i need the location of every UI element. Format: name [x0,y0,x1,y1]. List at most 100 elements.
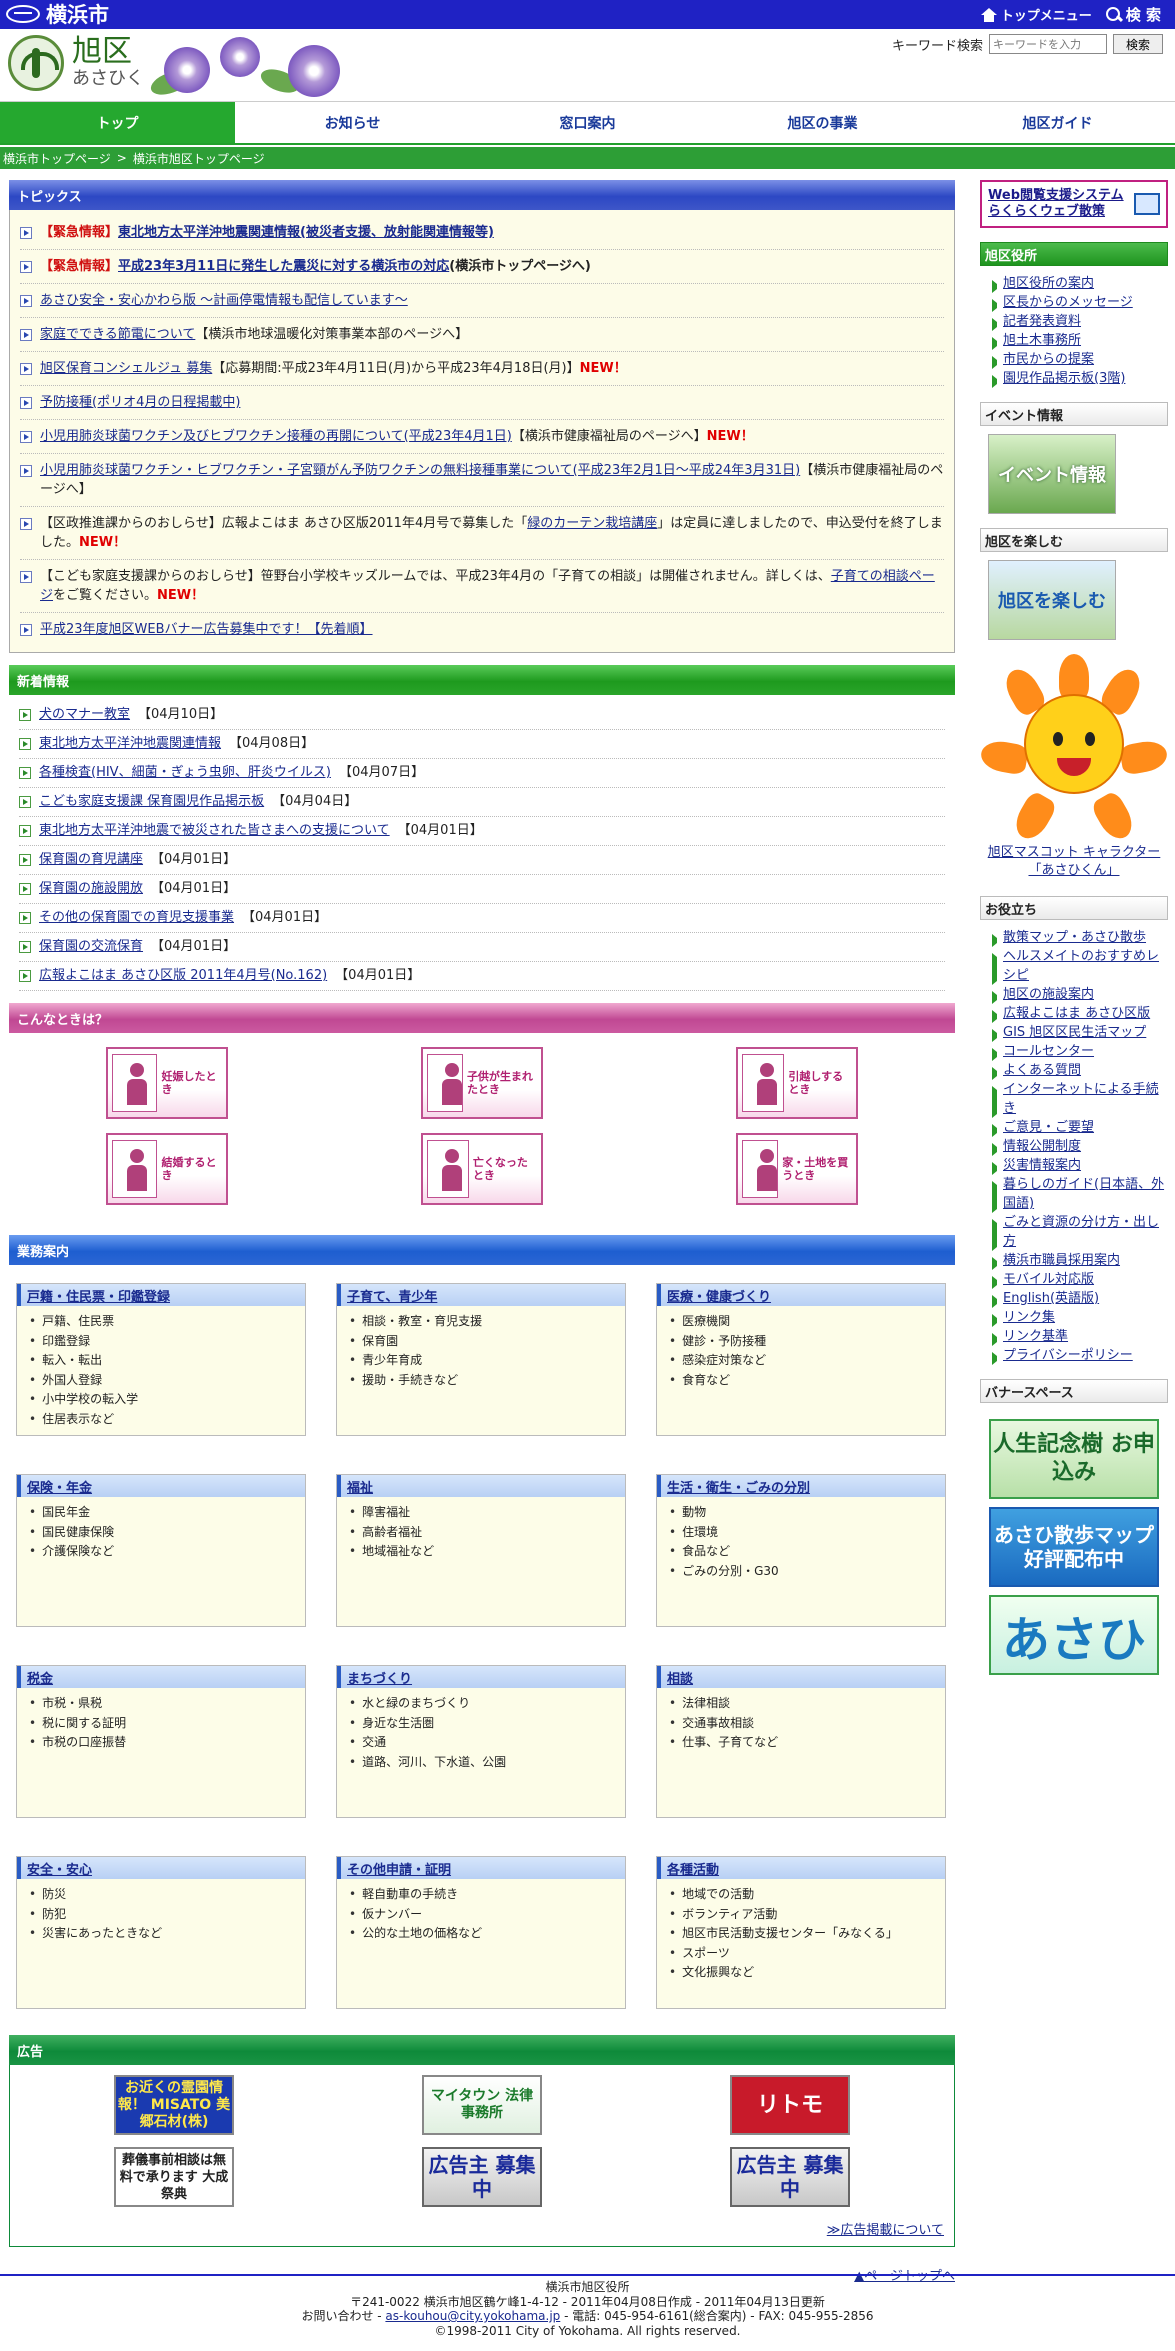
footer-email-link[interactable]: as-kouhou@city.yokohama.jp [385,2309,560,2323]
sidebar-link[interactable]: 暮らしのガイド(日本語、外国語) [1003,1175,1168,1213]
nav-projects[interactable]: 旭区の事業 [705,102,940,143]
pregnancy-button[interactable]: 妊娠したとき [105,1047,228,1119]
sidebar-link[interactable]: 情報公開制度 [1003,1137,1081,1156]
ad-banner-misato[interactable]: お近くの霊園情報！ MISATO 美郷石材(株) [114,2075,234,2135]
service-card-title-link[interactable]: 医療・健康づくり [667,1286,771,1305]
sidebar-link[interactable]: 記者発表資料 [1003,312,1081,331]
sidebar-link[interactable]: ご意見・ご要望 [1003,1118,1094,1137]
sidebar-link[interactable]: ヘルスメイトのおすすめレシピ [1003,947,1168,985]
enjoy-asahi-banner[interactable]: 旭区を楽しむ [988,560,1116,640]
marriage-button[interactable]: 結婚するとき [105,1133,228,1205]
service-card-title-link[interactable]: 福祉 [347,1477,373,1496]
topic-link[interactable]: 小児用肺炎球菌ワクチン及びヒブワクチン接種の再開について(平成23年4月1日) [40,429,512,444]
sidebar-link[interactable]: 旭区の施設案内 [1003,985,1094,1004]
sidebar-link[interactable]: 旭土木事務所 [1003,331,1081,350]
asahi-kun-mascot-image[interactable] [978,654,1170,845]
ad-banner-ritmo[interactable]: リトモ [730,2075,850,2135]
birth-button[interactable]: 子供が生まれたとき [420,1047,543,1119]
death-button[interactable]: 亡くなったとき [420,1133,543,1205]
sidebar-link[interactable]: ごみと資源の分け方・出し方 [1003,1213,1168,1251]
sidebar-link[interactable]: 園児作品掲示板(3階) [1003,369,1125,388]
house-purchase-button[interactable]: 家・土地を買うとき [736,1133,859,1205]
mascot-link[interactable]: 旭区マスコット キャラクター [988,845,1161,860]
service-card-title-link[interactable]: まちづくり [347,1668,412,1687]
sidebar-item: 災害情報案内 [992,1156,1168,1175]
sidebar-link[interactable]: コールセンター [1003,1042,1094,1061]
ad-info-link[interactable]: ≫広告掲載について [827,2223,944,2238]
topic-link[interactable]: 小児用肺炎球菌ワクチン・ヒブワクチン・子宮頸がん予防ワクチンの無料接種事業につい… [40,463,800,478]
topic-link[interactable]: あさひ安全・安心かわら版 ～計画停電情報も配信しています～ [40,293,408,308]
topic-link[interactable]: 平成23年度旭区WEBバナー広告募集中です！【先着順】 [40,622,373,637]
news-date: 【04月01日】 [397,823,483,838]
topic-link[interactable]: 家庭でできる節電について [40,327,195,342]
news-link[interactable]: その他の保育園での育児支援事業 [39,910,234,926]
web-accessibility-banner[interactable]: Web閲覧支援システム らくらくウェブ散策 [980,180,1168,228]
service-card-title-link[interactable]: 税金 [27,1668,53,1687]
sidebar-link[interactable]: 旭区役所の案内 [1003,274,1094,293]
sidebar-link[interactable]: リンク集 [1003,1308,1055,1327]
asahi-walk-map-banner[interactable]: あさひ散歩マップ 好評配布中 [989,1507,1159,1587]
service-card-title-link[interactable]: その他申請・証明 [347,1859,451,1878]
search-input[interactable] [989,34,1107,54]
topic-link[interactable]: 東北地方太平洋沖地震関連情報(被災者支援、放射能関連情報等) [118,225,494,240]
service-card-title-link[interactable]: 子育て、青少年 [347,1286,437,1305]
nav-news[interactable]: お知らせ [235,102,470,143]
sidebar-link[interactable]: GIS 旭区区民生活マップ [1003,1023,1146,1042]
ad-banner-taisei[interactable]: 葬儀事前相談は無料で承ります 大成祭典 [114,2147,234,2207]
sidebar-item: 旭区役所の案内 [992,274,1168,293]
service-card-title-link[interactable]: 各種活動 [667,1859,719,1878]
mascot-name-link[interactable]: 「あさひくん」 [1028,863,1119,878]
sidebar-link[interactable]: 横浜市職員採用案内 [1003,1251,1120,1270]
asahi-banner[interactable]: あさひ [989,1595,1159,1675]
nav-guide[interactable]: 旭区ガイド [940,102,1175,143]
sidebar-link[interactable]: 市民からの提案 [1003,350,1094,369]
sidebar-link[interactable]: インターネットによる手続き [1003,1080,1168,1118]
sidebar-link[interactable]: English(英語版) [1003,1289,1099,1308]
service-card-title-link[interactable]: 生活・衛生・ごみの分別 [667,1477,810,1496]
ad-banner-mytown-law[interactable]: マイタウン 法律事務所 [422,2075,542,2135]
service-card-title-link[interactable]: 保険・年金 [27,1477,92,1496]
news-link[interactable]: 保育園の施設開放 [39,881,143,897]
news-link[interactable]: 犬のマナー教室 [39,707,130,723]
sidebar-link[interactable]: プライバシーポリシー [1003,1346,1133,1365]
sidebar-link[interactable]: 区長からのメッセージ [1003,293,1133,312]
city-logo[interactable]: 横浜市 [6,2,109,27]
news-link[interactable]: 保育園の育児講座 [39,852,143,868]
search-link[interactable]: 検 索 [1105,4,1161,25]
service-card-title-link[interactable]: 戸籍・住民票・印鑑登録 [27,1286,170,1305]
memorial-tree-banner[interactable]: 人生記念樹 お申込み [989,1419,1159,1499]
topic-link[interactable]: 予防接種(ポリオ4月の日程掲載中) [40,395,240,410]
search-button[interactable]: 検索 [1113,34,1163,54]
list-item: 【緊急情報】東北地方太平洋沖地震関連情報(被災者支援、放射能関連情報等) [20,216,944,250]
ward-logo[interactable]: 旭区 あさひく [8,35,144,91]
topic-link[interactable]: 平成23年3月11日に発生した震災に対する横浜市の対応 [118,259,449,274]
service-item: 災害にあったときなど [29,1924,297,1944]
topic-link[interactable]: 旭区保育コンシェルジュ 募集 [40,361,212,376]
service-item-label: 転入・転出 [42,1353,103,1367]
nav-counter[interactable]: 窓口案内 [470,102,705,143]
sidebar-link[interactable]: リンク基準 [1003,1327,1068,1346]
service-card-title-link[interactable]: 相談 [667,1668,693,1687]
news-link[interactable]: 広報よこはま あさひ区版 2011年4月号(No.162) [39,968,327,984]
nav-top[interactable]: トップ [0,102,235,143]
sidebar-link[interactable]: 災害情報案内 [1003,1156,1081,1175]
life-event-label: 引越しするとき [788,1070,844,1096]
breadcrumb-city-top[interactable]: 横浜市トップページ [3,150,111,167]
sidebar-link[interactable]: モバイル対応版 [1003,1270,1094,1289]
news-link[interactable]: 東北地方太平洋沖地震で被災された皆さまへの支援について [39,823,390,839]
sidebar-link[interactable]: よくある質問 [1003,1061,1081,1080]
service-card-title-link[interactable]: 安全・安心 [27,1859,92,1878]
list-item: 旭区保育コンシェルジュ 募集【応募期間:平成23年4月11日(月)から平成23年… [20,352,944,386]
sidebar-link[interactable]: 散策マップ・あさひ散歩 [1003,928,1146,947]
news-link[interactable]: 各種検査(HIV、細菌・ぎょう虫卵、肝炎ウイルス) [39,765,331,781]
topic-link[interactable]: 緑のカーテン栽培講座 [527,516,657,531]
ad-banner-wanted-1[interactable]: 広告主 募集中 [422,2147,542,2207]
event-info-banner[interactable]: イベント情報 [988,434,1116,514]
top-menu-link[interactable]: トップメニュー [980,5,1092,24]
news-link[interactable]: 東北地方太平洋沖地震関連情報 [39,736,221,752]
news-link[interactable]: こども家庭支援課 保育園児作品掲示板 [39,794,264,810]
news-link[interactable]: 保育園の交流保育 [39,939,143,955]
ad-banner-wanted-2[interactable]: 広告主 募集中 [730,2147,850,2207]
moving-button[interactable]: 引越しするとき [736,1047,859,1119]
sidebar-link[interactable]: 広報よこはま あさひ区版 [1003,1004,1150,1023]
